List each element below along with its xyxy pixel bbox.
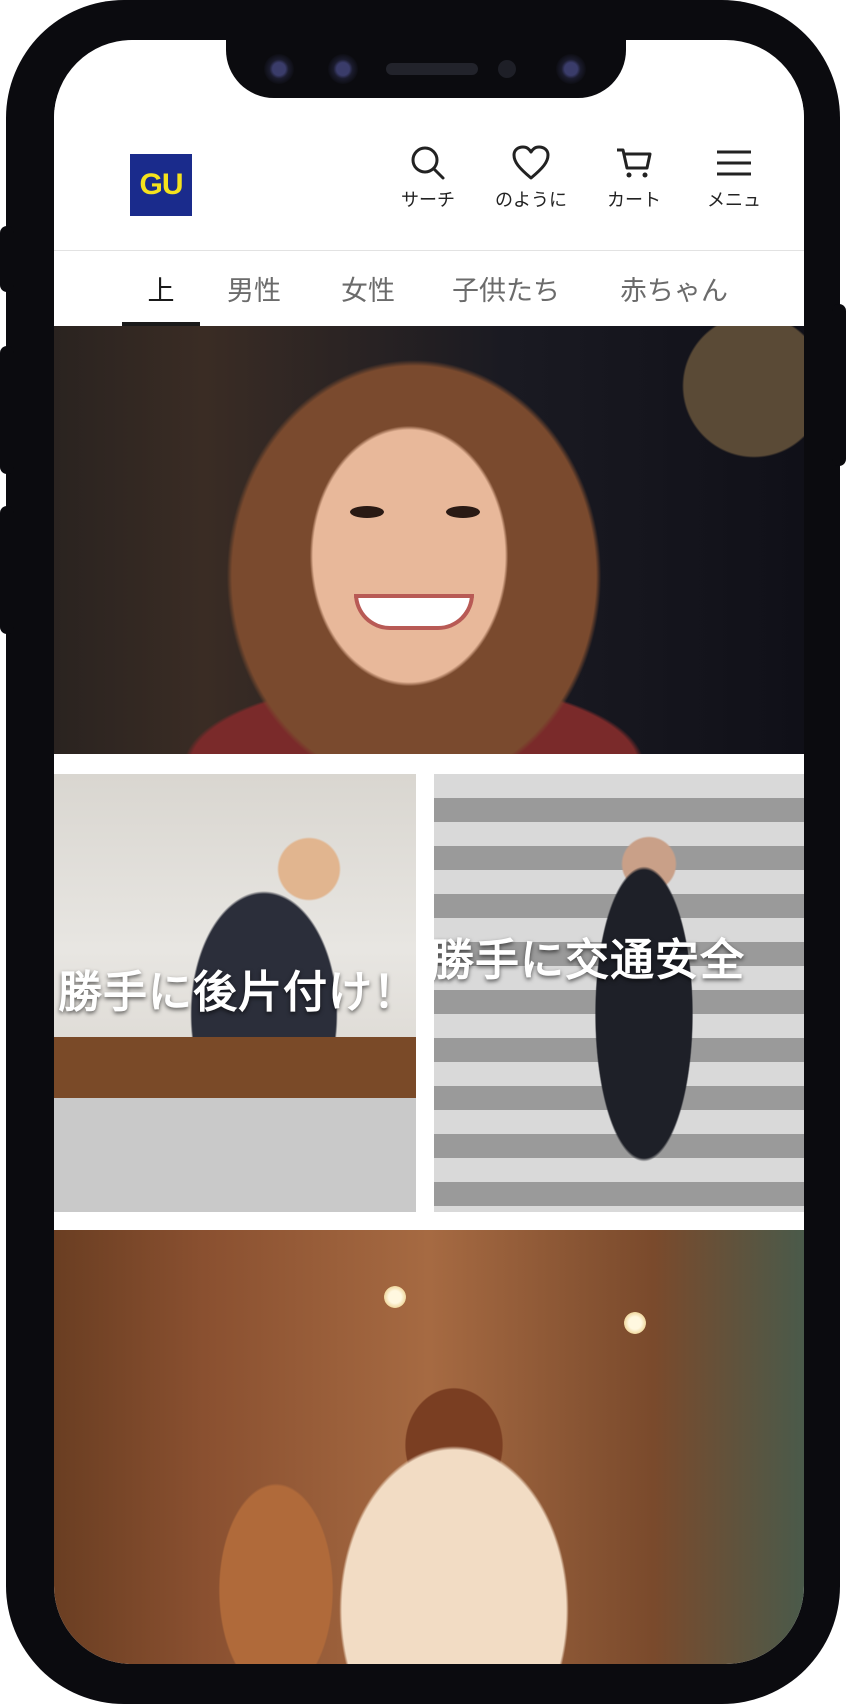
camera-icon xyxy=(264,54,294,84)
search-label: サーチ xyxy=(401,190,455,211)
promo-caption: 勝手に後片付け！ xyxy=(58,967,416,1018)
category-tabs: 上 男性 女性 子供たち 赤ちゃん xyxy=(54,251,804,326)
tab-top[interactable]: 上 xyxy=(122,251,200,326)
notch xyxy=(226,40,626,98)
hero-banner[interactable] xyxy=(54,326,804,754)
side-button-volume-up xyxy=(0,346,14,474)
gu-logo[interactable]: GU xyxy=(130,154,192,216)
lamp-icon xyxy=(624,1312,646,1334)
phone-screen: GU サーチ のように カート メニュ 上 男性 女性 子供たち 赤ちゃん 勝手… xyxy=(54,40,804,1664)
tab-men[interactable]: 男性 xyxy=(204,251,304,326)
hero-photo xyxy=(354,594,474,630)
app-header: GU サーチ のように カート メニュ xyxy=(54,98,804,251)
camera-icon xyxy=(556,54,586,84)
promo-caption: 勝手に交通安全 xyxy=(434,935,745,986)
tab-baby[interactable]: 赤ちゃん xyxy=(594,251,754,326)
heart-icon xyxy=(512,145,550,180)
phone-frame: GU サーチ のように カート メニュ 上 男性 女性 子供たち 赤ちゃん 勝手… xyxy=(0,0,846,1704)
menu-label: メニュ xyxy=(707,190,761,211)
bottom-banner[interactable] xyxy=(54,1230,804,1664)
cart-button[interactable]: カート xyxy=(586,144,682,212)
favorites-label: のように xyxy=(495,190,567,211)
promo-tile-cleanup[interactable]: 勝手に後片付け！ xyxy=(54,774,416,1212)
side-button-mute xyxy=(0,226,14,292)
side-button-volume-down xyxy=(0,506,14,634)
hero-photo xyxy=(350,506,384,518)
logo-text: GU xyxy=(139,168,184,201)
sensor-dot xyxy=(498,60,516,78)
tab-kids[interactable]: 子供たち xyxy=(432,251,580,326)
search-button[interactable]: サーチ xyxy=(380,144,476,212)
tab-women[interactable]: 女性 xyxy=(314,251,422,326)
promo-tile-traffic-safety[interactable]: 勝手に交通安全 xyxy=(434,774,804,1212)
side-button-power xyxy=(832,304,846,466)
search-icon xyxy=(411,146,445,180)
menu-button[interactable]: メニュ xyxy=(686,144,782,212)
hero-photo xyxy=(446,506,480,518)
favorites-button[interactable]: のように xyxy=(483,144,579,212)
cart-label: カート xyxy=(607,190,661,211)
menu-icon xyxy=(717,150,751,176)
speaker-grille xyxy=(386,63,478,75)
lamp-icon xyxy=(384,1286,406,1308)
cart-icon xyxy=(617,148,652,178)
camera-icon xyxy=(328,54,358,84)
